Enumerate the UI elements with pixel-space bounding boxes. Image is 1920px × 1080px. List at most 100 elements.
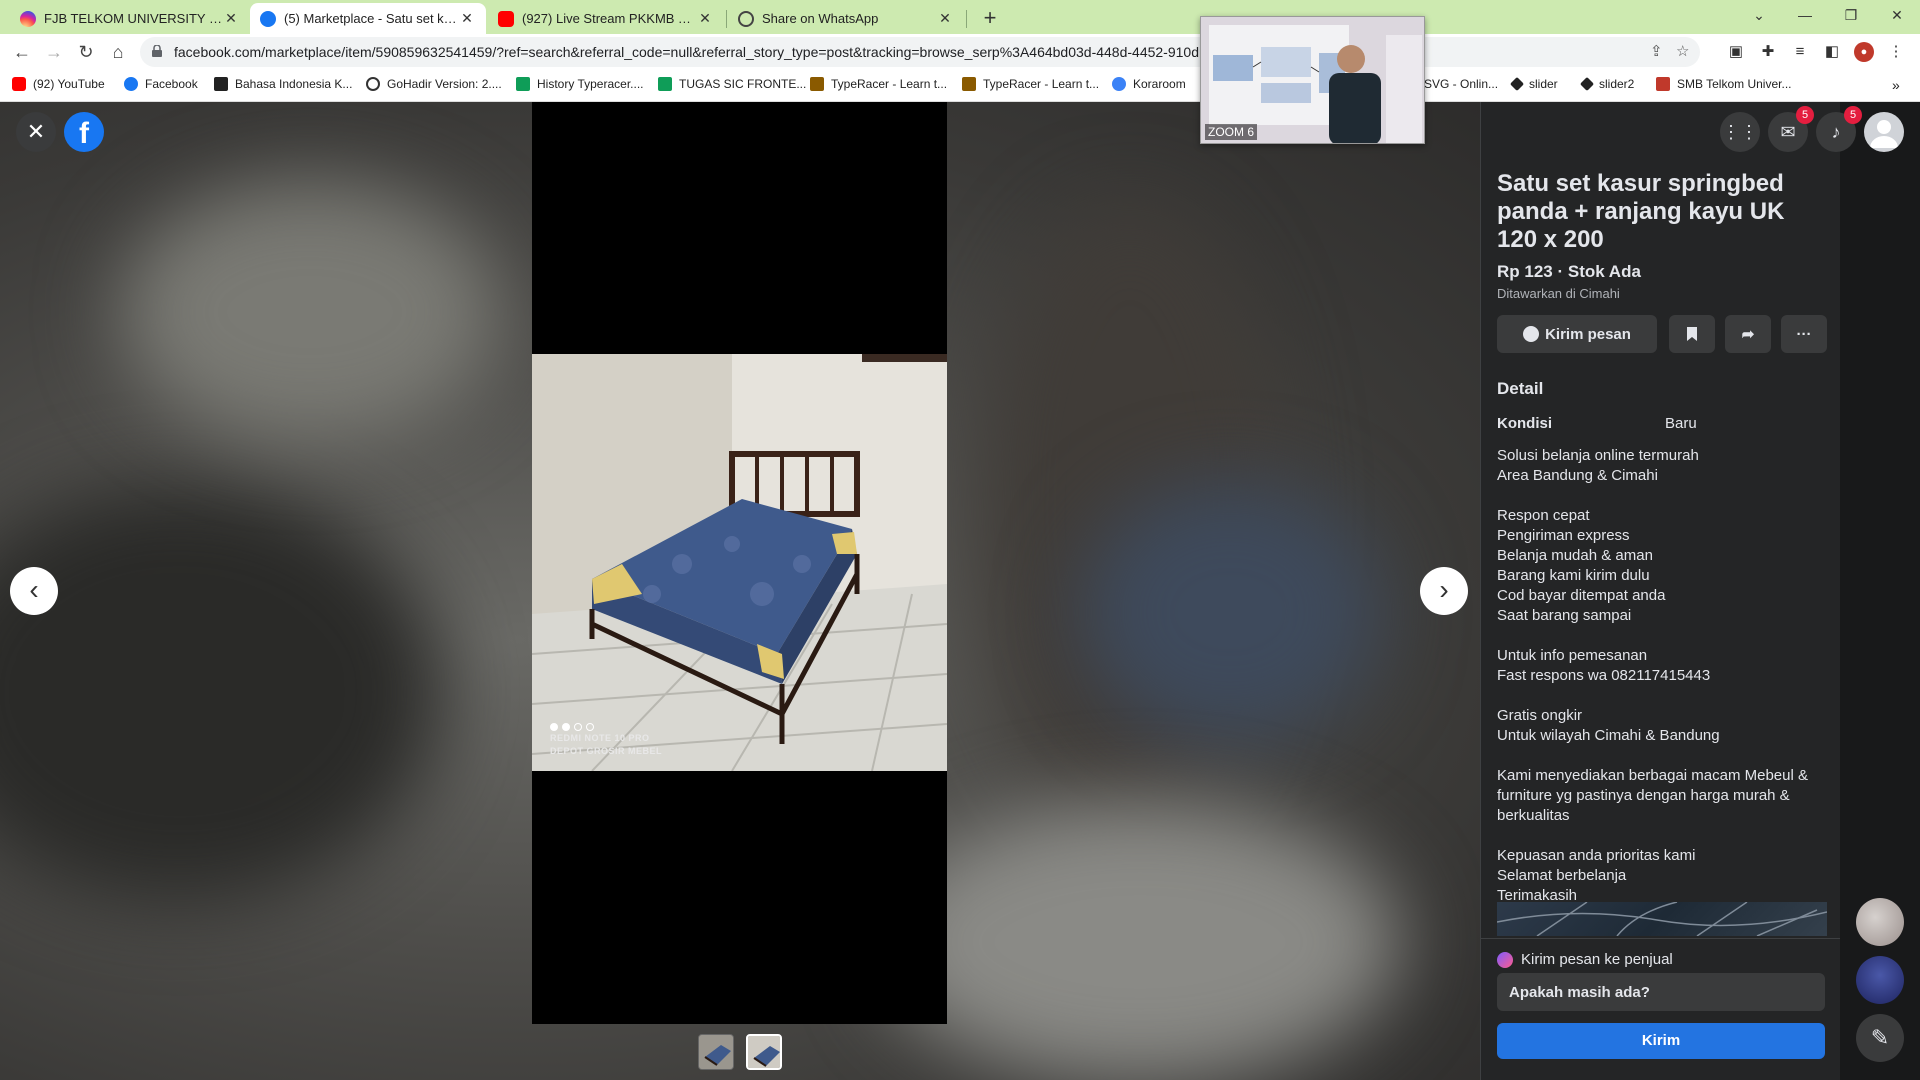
bookmark-star-icon[interactable]: ☆ <box>1676 42 1689 60</box>
blurred-background <box>1080 482 1380 742</box>
more-options-button[interactable]: ··· <box>1781 315 1827 353</box>
address-bar[interactable]: facebook.com/marketplace/item/5908596325… <box>140 37 1700 67</box>
typeracer-car-icon <box>810 77 824 91</box>
browser-tab-strip: FJB TELKOM UNIVERSITY (@fjb.te ✕ (5) Mar… <box>0 0 1920 34</box>
tab-youtube[interactable]: (927) Live Stream PKKMB Telkom ✕ <box>488 3 724 34</box>
close-tab-icon[interactable]: ✕ <box>936 10 954 27</box>
close-tab-icon[interactable]: ✕ <box>696 10 714 27</box>
bookmark-label: History Typeracer.... <box>537 77 644 91</box>
bookmark-label: (92) YouTube <box>33 77 105 91</box>
messenger-icon: ✉ <box>1780 122 1796 142</box>
account-avatar[interactable] <box>1864 112 1904 152</box>
notifications-button[interactable]: ♪ 5 <box>1816 106 1862 152</box>
youtube-icon <box>498 10 514 27</box>
tab-search-icon[interactable]: ⌄ <box>1736 0 1782 30</box>
menu-icon[interactable]: ⋮ <box>1886 42 1906 62</box>
bookmark-item[interactable]: slider2 <box>1579 76 1634 92</box>
new-message-button[interactable]: ✎ <box>1856 1014 1904 1062</box>
bookmark-icon <box>1687 327 1697 341</box>
listing-title: Satu set kasur springbed panda + ranjang… <box>1497 170 1785 253</box>
back-button[interactable]: ← <box>8 38 36 66</box>
listing-details-scroll[interactable]: Satu set kasur springbed panda + ranjang… <box>1497 170 1827 902</box>
home-icon[interactable]: ⌂ <box>104 38 132 66</box>
message-seller-label: Kirim pesan ke penjual <box>1521 951 1673 968</box>
close-tab-icon[interactable]: ✕ <box>458 10 476 27</box>
koraroom-icon <box>1112 77 1126 91</box>
notifications-badge: 5 <box>1844 106 1862 124</box>
extension-icon[interactable]: ▣ <box>1726 42 1746 62</box>
previous-photo-button[interactable]: ‹ <box>10 567 58 615</box>
bell-icon: ♪ <box>1831 122 1841 142</box>
bookmark-item[interactable]: SMB Telkom Univer... <box>1656 77 1791 91</box>
zoom-video-overlay[interactable]: ZOOM 6 <box>1200 16 1425 144</box>
profile-avatar[interactable]: ● <box>1854 42 1874 62</box>
bookmark-label: TypeRacer - Learn t... <box>831 77 948 91</box>
location-map[interactable] <box>1497 902 1827 936</box>
message-input[interactable] <box>1497 973 1825 1011</box>
menu-grid-icon[interactable]: ⋮⋮ <box>1720 112 1760 152</box>
condition-value: Baru <box>1665 415 1697 432</box>
contact-avatar[interactable] <box>1856 898 1904 946</box>
tab-instagram[interactable]: FJB TELKOM UNIVERSITY (@fjb.te ✕ <box>10 3 250 34</box>
new-tab-button[interactable]: + <box>976 4 1004 32</box>
restore-button[interactable]: ❐ <box>1828 0 1874 30</box>
tab-divider <box>966 10 967 28</box>
puzzle-icon[interactable]: ✚ <box>1758 42 1778 62</box>
description-paragraph: Kami menyediakan berbagai macam Mebeul &… <box>1497 766 1827 826</box>
photo-watermark: REDMI NOTE 10 PRO DEPOT GROSIR MEBEL <box>550 732 662 758</box>
bookmark-item[interactable]: slider <box>1509 76 1558 92</box>
forward-button[interactable]: → <box>40 38 68 66</box>
compose-icon: ✎ <box>1870 1025 1890 1050</box>
send-message-button[interactable]: Kirim pesan <box>1497 315 1657 353</box>
bookmark-item[interactable]: TypeRacer - Learn t... <box>810 77 947 91</box>
description-line: Terimakasih <box>1497 887 1578 902</box>
bookmark-item[interactable]: (92) YouTube <box>12 77 105 91</box>
photo-thumbnail-selected[interactable] <box>746 1034 782 1070</box>
next-photo-button[interactable]: › <box>1420 567 1468 615</box>
tab-whatsapp[interactable]: Share on WhatsApp ✕ <box>728 3 964 34</box>
tab-title: (5) Marketplace - Satu set kasur s <box>284 11 458 26</box>
side-panel-icon[interactable]: ◧ <box>1822 42 1842 62</box>
share-button[interactable]: ➦ <box>1725 315 1771 353</box>
more-bookmarks-icon[interactable]: » <box>1892 77 1900 93</box>
bookmark-item[interactable]: Koraroom <box>1112 77 1186 91</box>
bookmark-item[interactable]: TypeRacer - Learn t... <box>962 77 1099 91</box>
bookmark-item[interactable]: History Typeracer.... <box>516 77 643 91</box>
bookmark-item[interactable]: TUGAS SIC FRONTE... <box>658 77 806 91</box>
reload-button[interactable]: ↻ <box>72 38 100 66</box>
message-seller-area: Kirim pesan ke penjual Kirim <box>1481 938 1841 1080</box>
sheets-icon <box>658 77 672 91</box>
share-icon: ➦ <box>1741 326 1755 343</box>
bookmark-label: TypeRacer - Learn t... <box>983 77 1100 91</box>
facebook-logo[interactable]: f <box>64 112 104 152</box>
bookmark-item[interactable]: GoHadir Version: 2.... <box>366 77 502 91</box>
facebook-icon <box>260 10 276 27</box>
description-line: Selamat berbelanja <box>1497 867 1627 884</box>
share-page-icon[interactable]: ⇪ <box>1650 42 1663 60</box>
save-button[interactable] <box>1669 315 1715 353</box>
description-line: Kepuasan anda prioritas kami <box>1497 847 1696 864</box>
send-button[interactable]: Kirim <box>1497 1023 1825 1059</box>
tab-title: (927) Live Stream PKKMB Telkom <box>522 11 696 26</box>
bookmark-item[interactable]: Bahasa Indonesia K... <box>214 77 352 91</box>
close-tab-icon[interactable]: ✕ <box>222 10 240 27</box>
photo-thumbnail[interactable] <box>698 1034 734 1070</box>
tab-marketplace[interactable]: (5) Marketplace - Satu set kasur s ✕ <box>250 3 486 34</box>
description-paragraph: Solusi belanja online termurah Area Bandu… <box>1497 446 1827 486</box>
watermark-device: REDMI NOTE 10 PRO <box>550 733 650 743</box>
description-line: Saat barang sampai <box>1497 607 1632 624</box>
minimize-button[interactable]: — <box>1782 0 1828 30</box>
reading-list-icon[interactable]: ≡ <box>1790 42 1810 62</box>
tab-divider <box>726 10 727 28</box>
close-viewer-button[interactable]: ✕ <box>16 112 56 152</box>
close-window-button[interactable]: ✕ <box>1874 0 1920 30</box>
contact-avatar[interactable] <box>1856 956 1904 1004</box>
description-line: Solusi belanja online termurah <box>1497 447 1699 464</box>
bookmark-item[interactable]: Facebook <box>124 77 198 91</box>
listing-actions: Kirim pesan ➦ ··· <box>1497 315 1827 353</box>
bookmark-item[interactable]: SVG - Onlin... <box>1424 77 1498 91</box>
zoom-label: ZOOM 6 <box>1205 124 1258 140</box>
messenger-button[interactable]: ✉ 5 <box>1768 106 1814 152</box>
bahasa-icon <box>214 77 228 91</box>
youtube-icon <box>12 77 26 91</box>
